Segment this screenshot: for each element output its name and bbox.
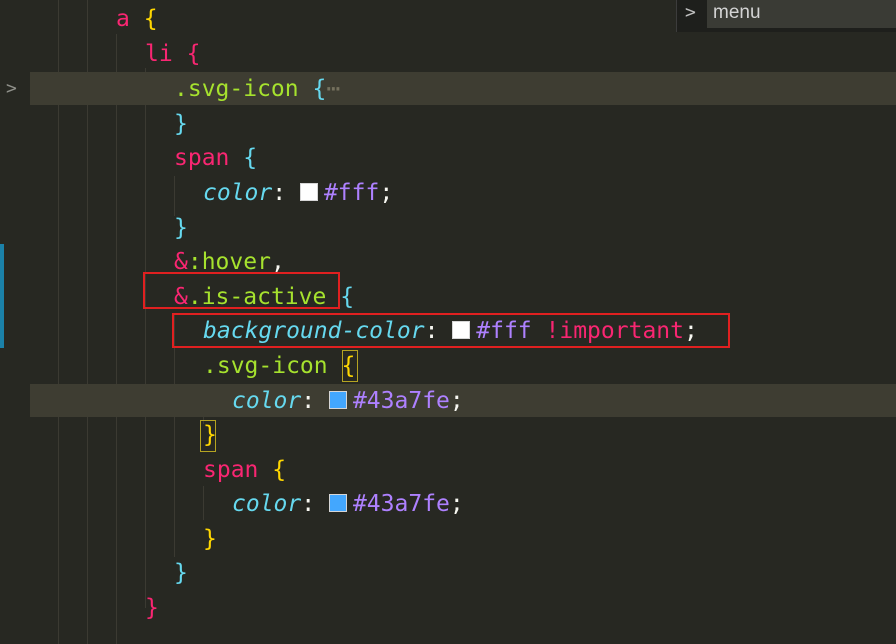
code-token: ; — [449, 388, 464, 414]
code-token: ; — [449, 491, 464, 517]
code-token: ; — [379, 180, 394, 206]
code-token: { — [272, 457, 287, 483]
code-line[interactable]: span { — [203, 453, 286, 487]
folded-ellipsis-icon[interactable]: ⋯ — [326, 76, 340, 102]
code-token: .svg-icon — [174, 76, 299, 102]
code-token: { — [243, 145, 258, 171]
code-line[interactable]: } — [203, 522, 217, 556]
code-token: } — [174, 560, 188, 586]
code-token: li — [145, 41, 173, 67]
code-line[interactable]: .svg-icon {⋯ — [174, 72, 340, 106]
code-line[interactable]: color: #43a7fe; — [232, 487, 464, 521]
code-token: color — [203, 180, 273, 206]
code-token: } — [174, 111, 188, 137]
indent-guide — [145, 68, 146, 608]
indent-guide — [116, 34, 117, 644]
code-line[interactable]: a { — [116, 2, 158, 36]
annotation-box-is-active — [143, 272, 340, 309]
code-line[interactable]: span { — [174, 141, 257, 175]
indent-guide — [203, 486, 204, 520]
code-token: #43a7fe — [352, 388, 450, 414]
code-line[interactable]: } — [145, 591, 159, 625]
code-line[interactable]: .svg-icon { — [203, 349, 355, 383]
bracket-match-close — [200, 420, 216, 452]
code-token: .svg-icon — [203, 353, 328, 379]
breadcrumb-label: menu — [713, 2, 761, 23]
code-token: { — [340, 284, 355, 310]
color-swatch[interactable] — [328, 391, 347, 409]
fold-expand-icon[interactable]: > — [6, 79, 24, 99]
code-token: span — [174, 145, 230, 171]
code-token: : — [272, 180, 300, 206]
annotation-box-background-color — [172, 313, 730, 348]
code-line[interactable]: } — [174, 211, 188, 245]
code-line[interactable]: } — [174, 107, 188, 141]
code-token: #fff — [323, 180, 380, 206]
code-line[interactable]: li { — [145, 37, 200, 71]
code-token: color — [232, 388, 302, 414]
code-token: } — [174, 215, 188, 241]
color-swatch[interactable] — [328, 494, 347, 512]
chevron-right-icon: > — [685, 2, 696, 23]
code-token: } — [145, 595, 159, 621]
code-token: span — [203, 457, 259, 483]
git-modified-indicator — [0, 244, 4, 348]
code-line[interactable]: color: #fff; — [203, 176, 393, 210]
code-line[interactable]: color: #43a7fe; — [232, 384, 464, 418]
code-token: { — [186, 41, 201, 67]
code-token: #43a7fe — [352, 491, 450, 517]
code-token: { — [312, 76, 327, 102]
breadcrumb-bar: > menu — [676, 0, 896, 32]
code-token: { — [143, 6, 158, 32]
indent-guide — [174, 176, 175, 216]
indent-guide — [174, 315, 175, 557]
editor-gutter: > — [0, 0, 30, 644]
code-token: : — [301, 491, 329, 517]
breadcrumb-item[interactable]: menu — [707, 0, 896, 28]
code-token: : — [301, 388, 329, 414]
folded-line-highlight — [30, 72, 896, 105]
bracket-match-open — [342, 350, 358, 382]
color-swatch[interactable] — [299, 183, 318, 201]
code-token: } — [203, 526, 217, 552]
code-token: a — [116, 6, 130, 32]
code-line[interactable]: } — [174, 556, 188, 590]
code-token: color — [232, 491, 302, 517]
